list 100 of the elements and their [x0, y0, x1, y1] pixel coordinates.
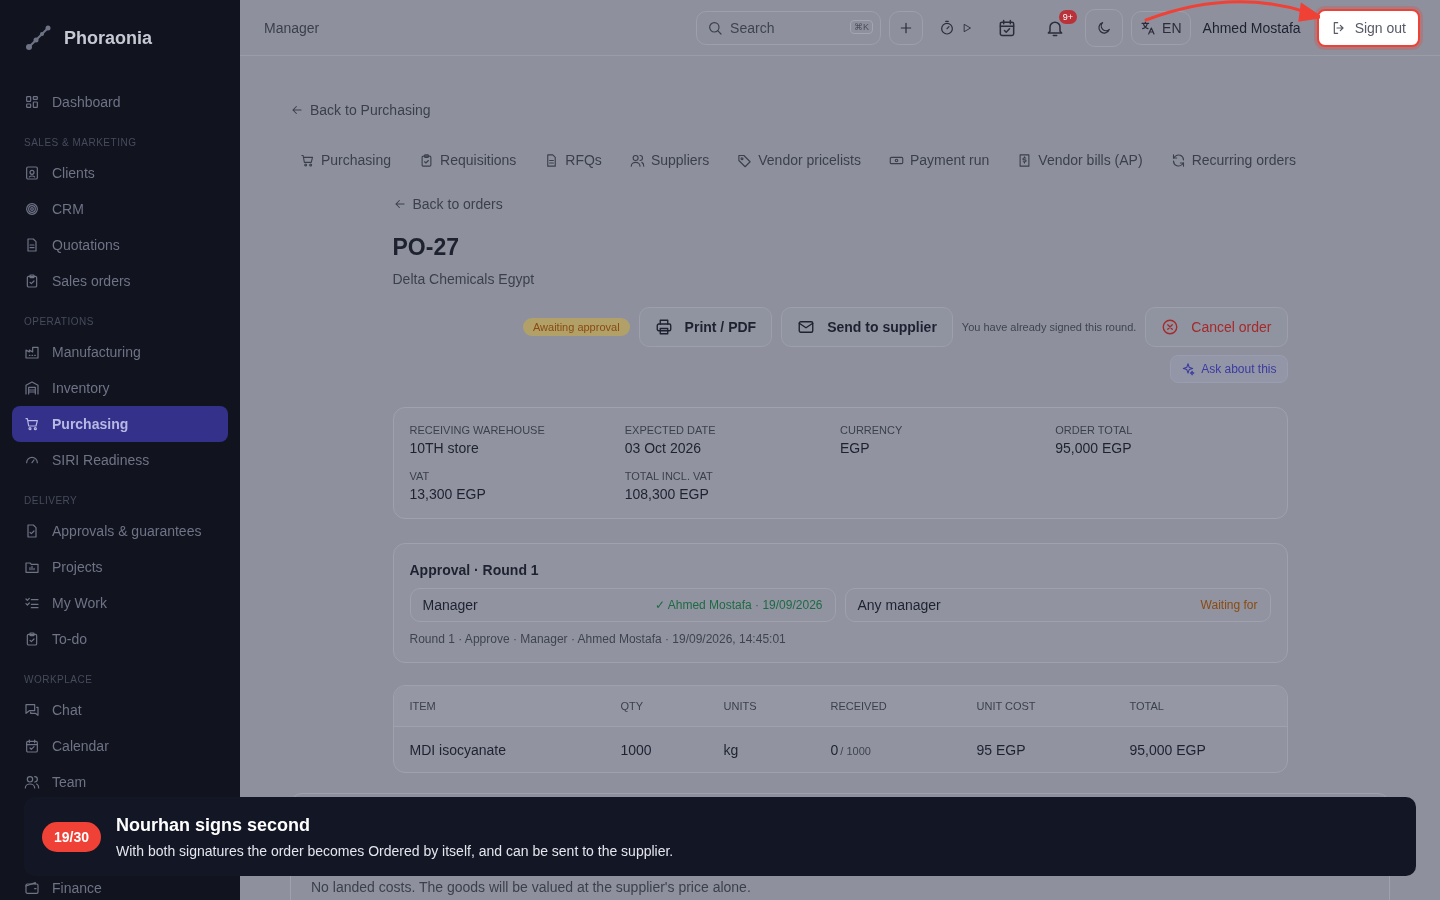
sidebar-item[interactable]: Quotations: [12, 227, 228, 263]
section-header: OPERATIONS: [23, 316, 95, 327]
document-icon: [24, 237, 40, 253]
chat-icon: [24, 702, 40, 718]
column-header: ITEM: [409, 700, 437, 712]
tab[interactable]: Payment run: [888, 152, 990, 168]
toast-message: With both signatures the order becomes Ordered by itself, and can be sent to the supplier.: [116, 842, 674, 859]
field-value: 03 Oct 2026: [624, 440, 703, 456]
tab[interactable]: RFQs: [544, 152, 602, 168]
wallet-icon: [24, 880, 40, 896]
tab[interactable]: Requisitions: [419, 152, 517, 168]
column-header: UNIT COST: [976, 700, 1037, 712]
sidebar-item[interactable]: Sales orders: [12, 263, 228, 299]
cancel-button[interactable]: Cancel order: [1145, 307, 1288, 347]
sidebar-item[interactable]: Team: [12, 764, 228, 800]
tab[interactable]: Recurring orders: [1170, 152, 1296, 168]
sidebar-item[interactable]: Projects: [12, 549, 228, 585]
back-link[interactable]: Back to Purchasing: [290, 102, 431, 118]
sidebar-item[interactable]: Chat: [12, 692, 228, 728]
signer-status: Waiting for: [1200, 598, 1258, 612]
field-label: RECEIVING WAREHOUSE: [409, 424, 546, 436]
search-icon: [707, 19, 724, 36]
order-number: PO-27: [392, 234, 460, 261]
sidebar-item[interactable]: Calendar: [12, 728, 228, 764]
signer-role: Manager: [422, 597, 478, 613]
field-value: 13,300 EGP: [409, 486, 487, 502]
approval-log: Round 1 · Approve · Manager · Ahmed Mostafa · 19/09/2026, 14:45:01: [409, 632, 787, 646]
user-name: Ahmed Mostafa: [1202, 19, 1301, 36]
sidebar-item[interactable]: Manufacturing: [12, 334, 228, 370]
tab[interactable]: Vendor pricelists: [737, 152, 861, 168]
sidebar-item[interactable]: My Work: [12, 585, 228, 621]
id-card-icon: [24, 165, 40, 181]
sidebar-item[interactable]: SIRI Readiness: [12, 442, 228, 478]
stopwatch-icon: [939, 19, 956, 36]
tab[interactable]: Suppliers: [629, 152, 710, 168]
refresh-icon: [1170, 152, 1186, 168]
cart-icon: [24, 416, 40, 432]
field-value: EGP: [840, 440, 871, 456]
tab[interactable]: Purchasing: [300, 152, 392, 168]
add-button[interactable]: [889, 10, 924, 45]
arrow-left-icon: [290, 103, 304, 117]
sidebar-item[interactable]: Inventory: [12, 370, 228, 406]
document-check-icon: [24, 523, 40, 539]
shortcut-hint: ⌘K: [850, 19, 874, 34]
section-header: WORKPLACE: [23, 674, 94, 685]
sidebar-item[interactable]: Purchasing: [12, 406, 228, 442]
sidebar-item[interactable]: Approvals & guarantees: [12, 513, 228, 549]
play-icon: [961, 21, 974, 34]
signed-note: You have already signed this round.: [961, 321, 1137, 333]
clipboard-icon: [24, 273, 40, 289]
language-button[interactable]: EN: [1131, 10, 1191, 45]
target-icon: [24, 201, 40, 217]
received-count: 0: [830, 741, 839, 758]
field-label: EXPECTED DATE: [624, 424, 717, 436]
column-header: QTY: [620, 700, 645, 712]
field-value: 95,000 EGP: [1055, 440, 1133, 456]
checklist-icon: [24, 595, 40, 611]
step-counter: 19/30: [42, 821, 102, 852]
app-logo-name: Phoraonia: [64, 27, 152, 49]
field-value: 10TH store: [409, 440, 480, 456]
received-total: / 1000: [840, 744, 871, 757]
field-label: VAT: [409, 470, 431, 482]
signer-role: Any manager: [857, 597, 941, 613]
page-title: Manager: [264, 19, 320, 36]
warehouse-icon: [24, 380, 40, 396]
field-label: ORDER TOTAL: [1055, 424, 1134, 436]
sidebar-item[interactable]: Finance: [12, 870, 228, 900]
factory-icon: [24, 344, 40, 360]
table-cell-text: 95,000 EGP: [1129, 741, 1207, 758]
arrow-left-icon: [392, 197, 407, 211]
people-icon: [629, 152, 645, 168]
tag-icon: [737, 152, 753, 168]
print-button[interactable]: Print / PDF: [638, 307, 773, 347]
ask-button[interactable]: Ask about this: [1170, 355, 1288, 383]
sparkle-icon: [1181, 362, 1196, 376]
logo-icon: [24, 24, 52, 52]
table-cell-text: 95 EGP: [976, 741, 1027, 758]
table-cell-text: MDI isocyanate: [409, 741, 507, 758]
calendar-icon: [24, 738, 40, 754]
sidebar-item[interactable]: To-do: [12, 621, 228, 657]
empty-note: No landed costs. The goods will be valued at the supplier's price alone.: [311, 879, 752, 895]
theme-button[interactable]: [1085, 8, 1124, 47]
sign-out-button[interactable]: Sign out: [1316, 8, 1420, 47]
grid-icon: [24, 94, 40, 110]
column-header: UNITS: [723, 700, 758, 712]
column-header: RECEIVED: [830, 700, 888, 712]
field-label: CURRENCY: [840, 424, 904, 436]
send-button[interactable]: Send to supplier: [781, 307, 953, 347]
approval-title: Approval · Round 1: [409, 562, 540, 578]
back-link[interactable]: Back to orders: [392, 196, 503, 212]
sidebar-item[interactable]: CRM: [12, 191, 228, 227]
signer-status: ✓ Ahmed Mostafa · 19/09/2026: [655, 598, 823, 612]
sidebar-item[interactable]: Clients: [12, 155, 228, 191]
tab[interactable]: Vendor bills (AP): [1017, 152, 1143, 168]
table-cell-text: kg: [723, 741, 740, 758]
section-header: SALES & MARKETING: [23, 137, 138, 148]
section-header: DELIVERY: [23, 495, 79, 506]
field-value: 108,300 EGP: [624, 486, 710, 502]
clipboard-icon: [419, 152, 435, 168]
sidebar-item[interactable]: Dashboard: [12, 84, 228, 120]
